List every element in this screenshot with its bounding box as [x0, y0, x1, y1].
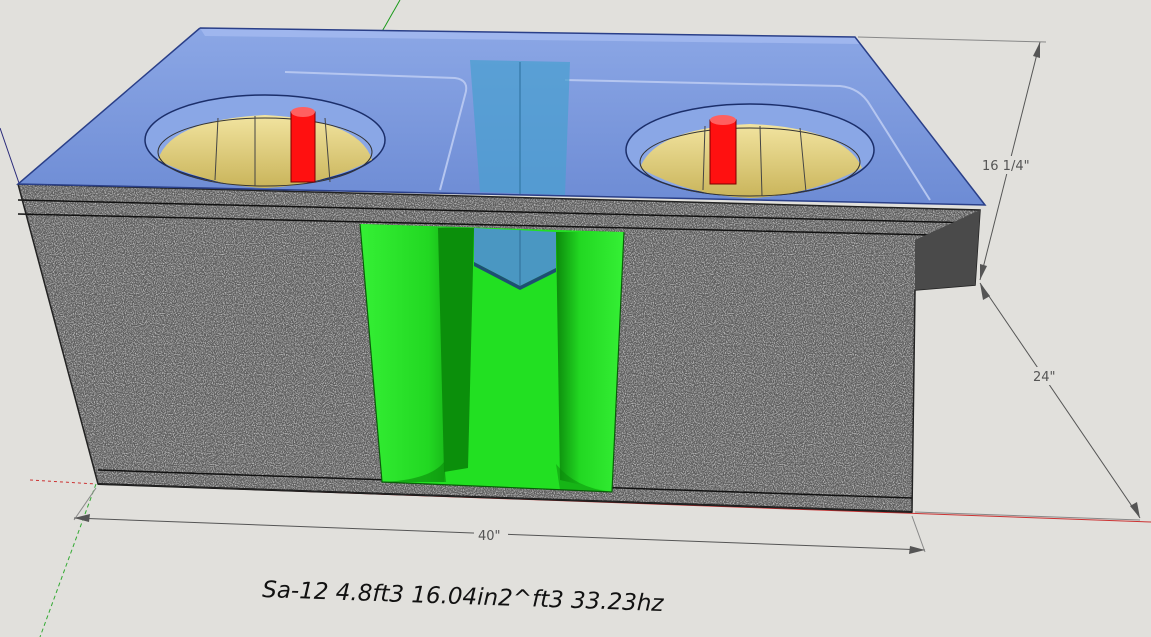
- width-label: 40": [478, 529, 501, 544]
- dimension-depth: [914, 282, 1141, 521]
- design-caption: Sa-12 4.8ft3 16.04in2^ft3 33.23hz: [262, 577, 665, 617]
- height-label: 16 1/4": [982, 159, 1030, 174]
- enclosure-diagram: 40" 24" 16 1/4" Sa-12 4.8ft3 16.04in2^ft…: [0, 0, 1151, 637]
- slot-port: [359, 223, 625, 493]
- depth-label: 24": [1033, 370, 1056, 385]
